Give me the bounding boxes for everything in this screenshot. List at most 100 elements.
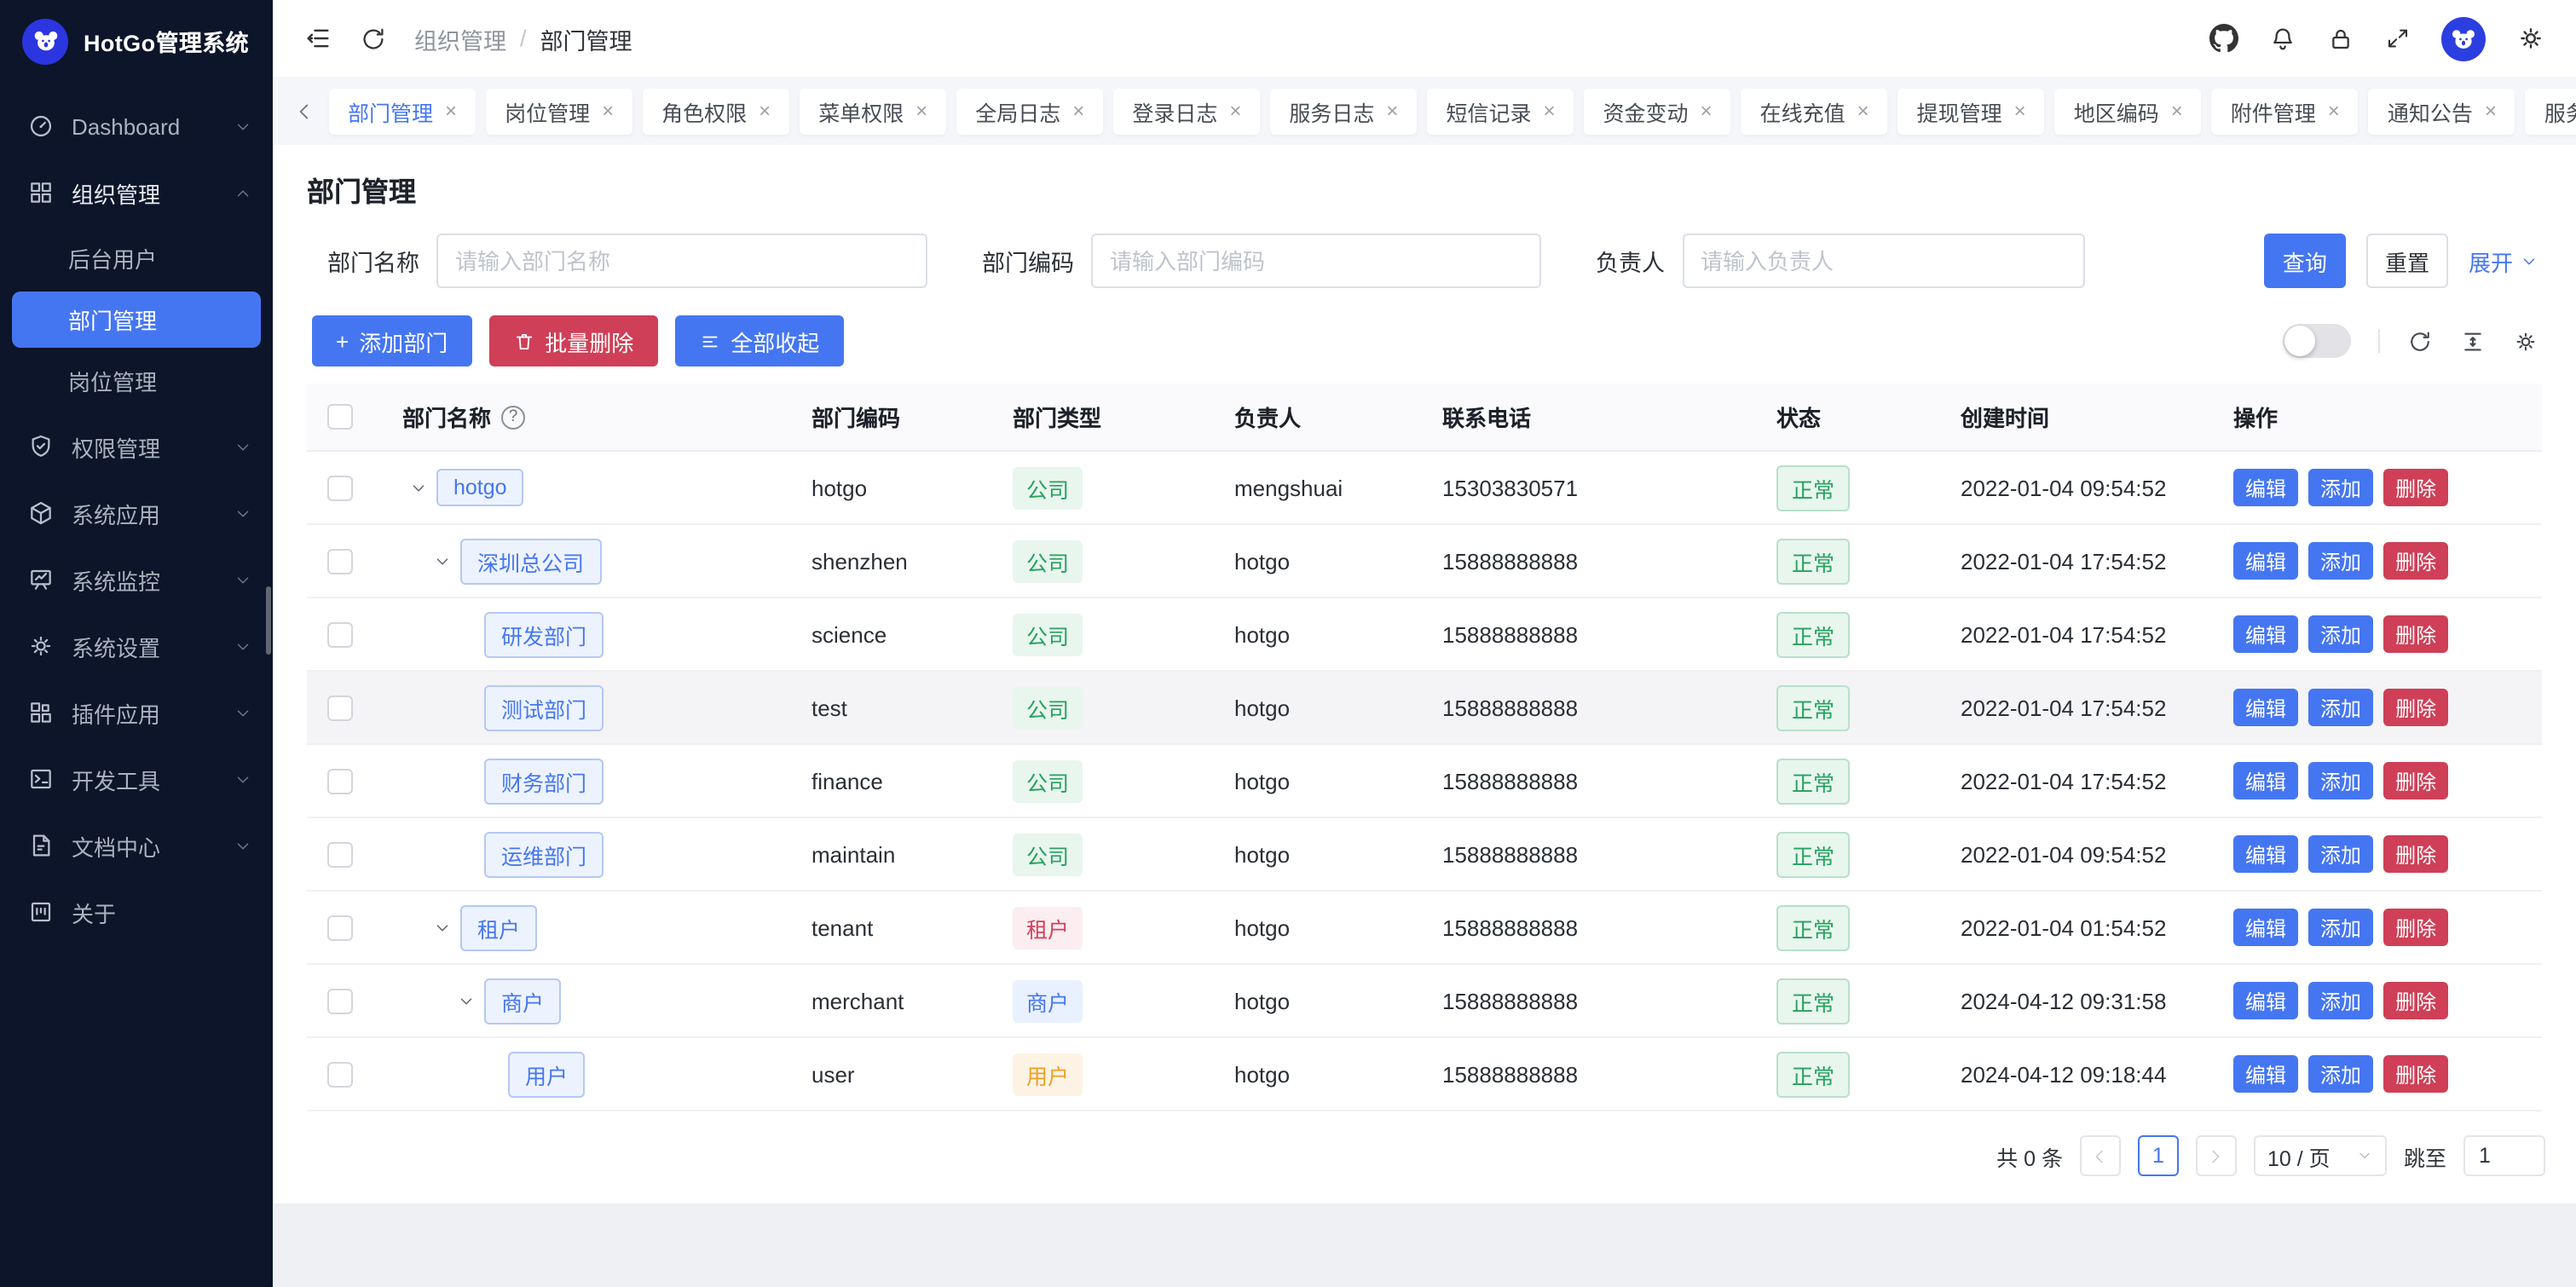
github-icon[interactable]	[2209, 24, 2238, 53]
add-button[interactable]: 添加	[2308, 689, 2373, 726]
sidebar-item-permission[interactable]: 权限管理	[0, 414, 273, 479]
row-checkbox[interactable]	[327, 548, 353, 574]
department-name-chip[interactable]: 财务部门	[484, 758, 604, 804]
delete-button[interactable]: 删除	[2383, 982, 2448, 1019]
batch-delete-button[interactable]: 批量删除	[488, 315, 657, 366]
delete-button[interactable]: 删除	[2383, 542, 2448, 580]
edit-button[interactable]: 编辑	[2233, 469, 2298, 506]
sidebar-item-post-manage[interactable]: 岗位管理	[12, 353, 261, 409]
table-settings-gear-icon[interactable]	[2513, 328, 2538, 354]
bell-icon[interactable]	[2269, 25, 2296, 52]
owner-input[interactable]	[1682, 234, 2084, 288]
add-department-button[interactable]: + 添加部门	[312, 315, 471, 366]
department-name-chip[interactable]: 运维部门	[484, 831, 604, 877]
tab-close-icon[interactable]: ×	[1072, 101, 1084, 121]
tree-expand-caret[interactable]	[457, 991, 476, 1010]
add-button[interactable]: 添加	[2308, 835, 2373, 873]
tab-menu-permission[interactable]: 菜单权限×	[800, 88, 946, 134]
delete-button[interactable]: 删除	[2383, 689, 2448, 726]
tab-fund-change[interactable]: 资金变动×	[1585, 88, 1731, 134]
dept-code-input[interactable]	[1091, 234, 1541, 288]
tab-close-icon[interactable]: ×	[1701, 101, 1713, 121]
tabs-scroll-left-icon[interactable]	[290, 100, 319, 122]
row-checkbox[interactable]	[327, 475, 353, 500]
sidebar-item-dev-tools[interactable]: 开发工具	[0, 747, 273, 811]
department-name-chip[interactable]: 深圳总公司	[460, 538, 601, 584]
edit-button[interactable]: 编辑	[2233, 762, 2298, 799]
row-height-icon[interactable]	[2460, 328, 2486, 354]
tab-close-icon[interactable]: ×	[1543, 101, 1555, 121]
edit-button[interactable]: 编辑	[2233, 542, 2298, 580]
delete-button[interactable]: 删除	[2383, 1055, 2448, 1093]
tab-close-icon[interactable]: ×	[1386, 101, 1398, 121]
add-button[interactable]: 添加	[2308, 615, 2373, 653]
edit-button[interactable]: 编辑	[2233, 982, 2298, 1019]
sidebar-item-dashboard[interactable]: Dashboard	[0, 94, 273, 159]
row-checkbox[interactable]	[327, 621, 353, 647]
add-button[interactable]: 添加	[2308, 542, 2373, 580]
tab-close-icon[interactable]: ×	[2328, 101, 2340, 121]
tab-sms-record[interactable]: 短信记录×	[1427, 88, 1574, 134]
sidebar-item-backend-users[interactable]: 后台用户	[12, 230, 261, 286]
settings-gear-icon[interactable]	[2516, 24, 2545, 53]
tab-close-icon[interactable]: ×	[915, 101, 927, 121]
table-refresh-icon[interactable]	[2407, 328, 2433, 354]
add-button[interactable]: 添加	[2308, 469, 2373, 506]
sidebar-item-system-settings[interactable]: 系统设置	[0, 614, 273, 678]
refresh-icon[interactable]	[360, 25, 387, 52]
edit-button[interactable]: 编辑	[2233, 1055, 2298, 1093]
fullscreen-icon[interactable]	[2385, 26, 2411, 51]
tab-department-manage[interactable]: 部门管理×	[329, 88, 476, 134]
tab-notice[interactable]: 通知公告×	[2369, 88, 2515, 134]
tab-close-icon[interactable]: ×	[759, 101, 771, 121]
dept-name-input[interactable]	[436, 234, 927, 288]
page-size-select[interactable]: 10 / 页	[2254, 1135, 2387, 1176]
department-name-chip[interactable]: 用户	[508, 1051, 585, 1097]
row-checkbox[interactable]	[327, 915, 353, 940]
next-page-button[interactable]	[2196, 1135, 2237, 1176]
add-button[interactable]: 添加	[2308, 909, 2373, 946]
tab-service-truncated[interactable]: 服务	[2526, 88, 2576, 134]
add-button[interactable]: 添加	[2308, 982, 2373, 1019]
collapse-all-button[interactable]: 全部收起	[674, 315, 843, 366]
sidebar-item-organization[interactable]: 组织管理	[0, 160, 273, 225]
row-checkbox[interactable]	[327, 988, 353, 1013]
delete-button[interactable]: 删除	[2383, 615, 2448, 653]
row-checkbox[interactable]	[327, 841, 353, 867]
tab-region-code[interactable]: 地区编码×	[2055, 88, 2202, 134]
query-button[interactable]: 查询	[2264, 234, 2346, 288]
delete-button[interactable]: 删除	[2383, 469, 2448, 506]
user-avatar[interactable]	[2441, 16, 2486, 61]
edit-button[interactable]: 编辑	[2233, 835, 2298, 873]
row-checkbox[interactable]	[327, 768, 353, 794]
tree-expand-caret[interactable]	[433, 918, 452, 937]
edit-button[interactable]: 编辑	[2233, 689, 2298, 726]
sidebar-item-system-monitor[interactable]: 系统监控	[0, 547, 273, 612]
tab-login-log[interactable]: 登录日志×	[1113, 88, 1260, 134]
tree-expand-caret[interactable]	[433, 551, 452, 570]
tab-close-icon[interactable]: ×	[2171, 101, 2183, 121]
tab-role-permission[interactable]: 角色权限×	[643, 88, 789, 134]
reset-button[interactable]: 重置	[2366, 234, 2448, 288]
tab-close-icon[interactable]: ×	[2014, 101, 2026, 121]
delete-button[interactable]: 删除	[2383, 835, 2448, 873]
add-button[interactable]: 添加	[2308, 762, 2373, 799]
breadcrumb-parent[interactable]: 组织管理	[414, 21, 506, 55]
department-name-chip[interactable]: 测试部门	[484, 684, 604, 730]
tab-close-icon[interactable]: ×	[602, 101, 614, 121]
sidebar-item-about[interactable]: 关于	[0, 880, 273, 944]
expand-link[interactable]: 展开	[2469, 245, 2538, 277]
department-name-chip[interactable]: 租户	[460, 904, 537, 950]
sidebar-item-doc-center[interactable]: 文档中心	[0, 813, 273, 878]
tab-close-icon[interactable]: ×	[1229, 101, 1241, 121]
page-number-button[interactable]: 1	[2138, 1135, 2179, 1176]
tab-close-icon[interactable]: ×	[2485, 101, 2497, 121]
edit-button[interactable]: 编辑	[2233, 615, 2298, 653]
sidebar-item-department-manage[interactable]: 部门管理	[12, 291, 261, 348]
tab-online-recharge[interactable]: 在线充值×	[1741, 88, 1888, 134]
lock-icon[interactable]	[2327, 25, 2354, 52]
tab-service-log[interactable]: 服务日志×	[1270, 88, 1417, 134]
tab-withdraw-manage[interactable]: 提现管理×	[1898, 88, 2045, 134]
tab-attachment-manage[interactable]: 附件管理×	[2212, 88, 2359, 134]
tab-global-log[interactable]: 全局日志×	[956, 88, 1103, 134]
